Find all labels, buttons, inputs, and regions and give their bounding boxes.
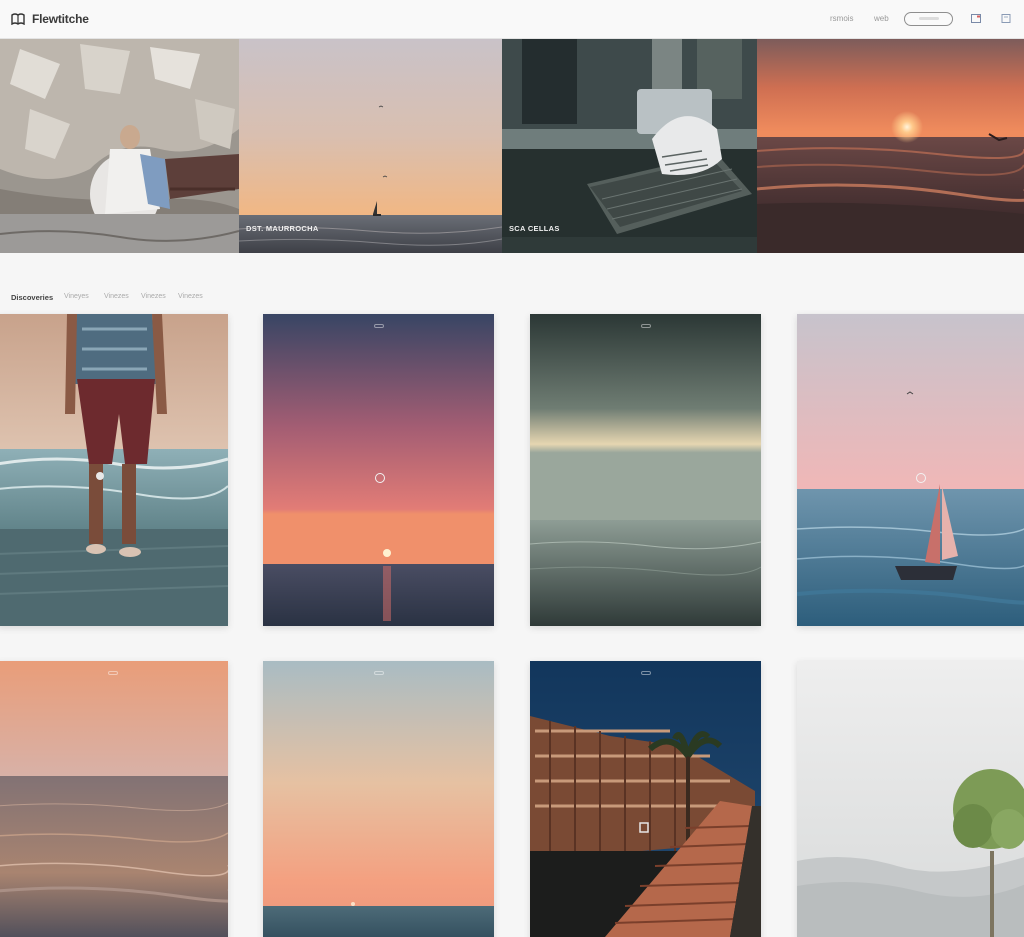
hero-strip: DST. MAURROCHA SCA CELLAS (0, 39, 1024, 253)
card-image (0, 661, 228, 937)
hero-image (239, 39, 502, 253)
search-input[interactable] (904, 12, 953, 26)
grid-icon[interactable] (971, 14, 981, 23)
search-placeholder (919, 17, 939, 20)
photo-card[interactable] (0, 661, 228, 937)
play-icon[interactable] (375, 473, 385, 483)
photo-card[interactable] (263, 661, 494, 937)
photo-card[interactable] (797, 661, 1024, 937)
filter-tab[interactable]: Vinezes (178, 293, 203, 300)
hero-tile[interactable] (0, 39, 239, 253)
nav-link[interactable]: rsmois (830, 14, 854, 23)
photo-card[interactable] (263, 314, 494, 626)
filter-tab[interactable]: Vineyes (64, 293, 89, 300)
card-image (0, 314, 228, 626)
card-tag (107, 671, 118, 675)
card-image (263, 661, 494, 937)
card-tag (373, 671, 384, 675)
filter-tab[interactable]: Vinezes (141, 293, 166, 300)
nav-link[interactable]: web (874, 14, 889, 23)
bookmark-icon[interactable] (1001, 14, 1011, 23)
hero-image (0, 39, 239, 253)
book-icon[interactable] (11, 13, 25, 25)
photo-card[interactable] (0, 314, 228, 626)
card-image (530, 661, 761, 937)
hero-caption: DST. MAURROCHA (246, 224, 319, 233)
photo-card[interactable] (530, 661, 761, 937)
filter-tab-active[interactable]: Discoveries (11, 293, 53, 302)
hero-image (502, 39, 757, 253)
hero-image (757, 39, 1024, 253)
filter-tab[interactable]: Vinezes (104, 293, 129, 300)
card-tag (373, 324, 384, 328)
hero-caption: SCA CELLAS (509, 224, 560, 233)
card-image (530, 314, 761, 626)
card-image (797, 314, 1024, 626)
card-tag (640, 324, 651, 328)
hero-tile[interactable]: SCA CELLAS (502, 39, 757, 253)
brand-name[interactable]: Flewtitche (32, 12, 89, 26)
card-image (263, 314, 494, 626)
hero-tile[interactable] (757, 39, 1024, 253)
photo-card[interactable] (530, 314, 761, 626)
card-image (797, 661, 1024, 937)
card-tag (640, 671, 651, 675)
hero-tile[interactable]: DST. MAURROCHA (239, 39, 502, 253)
top-navbar: Flewtitche rsmois web (0, 0, 1024, 39)
photo-card[interactable] (797, 314, 1024, 626)
play-icon[interactable] (916, 473, 926, 483)
